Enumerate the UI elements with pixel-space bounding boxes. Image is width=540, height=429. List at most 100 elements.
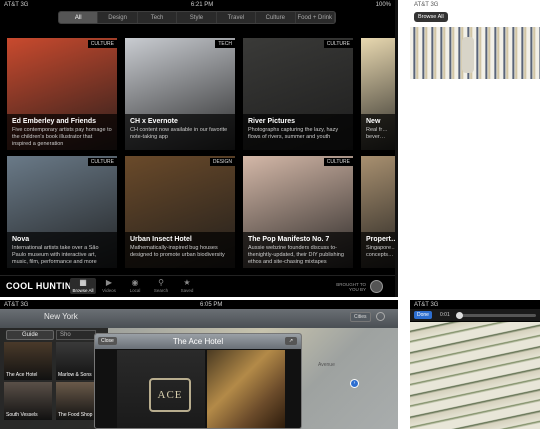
story-caption: Nova International artists take over a Sã… [7,232,117,268]
locate-icon[interactable] [376,312,385,321]
share-icon[interactable]: ↗ [285,337,297,345]
map-pin-icon[interactable]: › [350,379,359,388]
story-description: Real fr… bever… [366,127,388,140]
bottom-toolbar: COOL HUNTING ▦ Browse All ▶ Videos ◉ Local ⚲ Se… [0,275,395,297]
popup-title: The Ace Hotel [172,337,224,346]
tab-culture[interactable]: Culture [256,12,296,23]
clock-label: 6:21 PM [190,1,214,8]
toolbar-label: Videos [102,288,116,293]
local-icon: ◉ [131,278,139,287]
tab-food-drink[interactable]: Food + Drink [296,12,335,23]
story-description: CH content now available in our favorite… [130,127,228,140]
toolbar-browse-all[interactable]: ▦ Browse All [70,278,96,294]
category-badge: CULTURE [323,158,353,166]
story-description: Aussie webzine founders discuss to-theni… [248,245,344,265]
story-caption: River Pictures Photographs capturing the … [243,114,353,150]
status-bar: AT&T 3G [410,0,540,9]
story-title: Propert… [366,236,398,243]
story-description: Photographs capturing the lazy, hazy flo… [248,127,339,140]
tab-travel[interactable]: Travel [217,12,257,23]
status-bar: AT&T 3G [410,300,540,309]
sponsor-label: BROUGHT TO YOU BY [336,282,366,292]
tab-design[interactable]: Design [98,12,138,23]
video-frame[interactable] [410,322,540,429]
shop-tab[interactable]: Sho [56,330,96,340]
story-tile[interactable]: CULTURE Ed Emberley and Friends Five conte… [7,38,117,150]
cool-hunting-logo: COOL HUNTING [6,281,79,291]
done-button[interactable]: Done [414,311,432,319]
search-icon: ⚲ [158,278,164,287]
guide-item-label: The Ace Hotel [6,372,38,378]
battery-label: 100% [375,1,391,8]
category-badge: TECH [215,40,235,48]
tab-style[interactable]: Style [177,12,217,23]
category-badge: CULTURE [87,158,117,166]
story-title: Ed Emberley and Friends [12,118,97,125]
network-label: 3G [20,1,29,8]
sponsor-badge[interactable] [370,280,383,293]
story-caption: New Real fr… bever… [361,114,395,150]
story-title: River Pictures [248,118,296,125]
elapsed-time: 0:01 [440,312,450,318]
venue-popup: Close The Ace Hotel ↗ ACE [94,333,302,429]
guide-item[interactable]: The Ace Hotel [4,342,52,380]
venue-photo[interactable]: ACE [117,350,205,428]
guide-item-label: Marlow & Sons [58,372,92,378]
browse-screen-secondary: AT&T 3G Browse All [410,0,540,297]
story-tile[interactable]: CULTURE River Pictures Photographs capturi… [243,38,353,150]
toolbar-label: Local [129,288,141,293]
toolbar-search[interactable]: ⚲ Search [148,278,174,294]
story-thumbnail[interactable] [410,27,540,79]
story-tile[interactable]: CULTURE Nova International artists take ov… [7,156,117,268]
carrier-label: AT&T [414,301,429,308]
story-tile[interactable]: New Real fr… bever… [361,38,395,150]
tab-all[interactable]: All [59,12,99,23]
guide-item[interactable]: South Vessels [4,382,52,420]
guide-tab[interactable]: Guide [6,330,54,340]
browse-all-button[interactable]: Browse All [414,12,448,22]
story-title: New [366,118,381,125]
tab-tech[interactable]: Tech [138,12,178,23]
star-icon: ★ [183,278,191,287]
category-badge: DESIGN [209,158,235,166]
network-label: 3G [430,1,439,8]
story-description: Mathematically-inspired bug houses desig… [130,245,225,258]
map-street-label: Avenue [318,362,335,368]
video-player-screen: AT&T 3G Done 0:01 [410,300,540,429]
ace-sign: ACE [149,378,191,412]
cities-button[interactable]: Cities [350,312,371,322]
carrier-label: AT&T [414,1,429,8]
story-title: Nova [12,236,30,243]
story-title: Urban Insect Hotel [130,236,192,243]
status-bar: AT&T 3G 6:21 PM 100% [0,0,395,9]
video-icon: ▶ [105,278,113,287]
toolbar-videos[interactable]: ▶ Videos [96,278,122,294]
city-title: New York [44,312,78,321]
clock-label: 6:05 PM [200,301,223,308]
story-tile[interactable]: DESIGN Urban Insect Hotel Mathematically-i… [125,156,235,268]
carrier-label: AT&T [4,301,19,308]
person-figure [462,37,474,73]
carrier-label: AT&T [4,1,19,8]
guide-item-label: The Food Shop [58,412,93,418]
category-badge: CULTURE [323,40,353,48]
scrubber-handle[interactable] [456,312,463,319]
story-title: The Pop Manifesto No. 7 [248,236,330,243]
story-tile[interactable]: CULTURE The Pop Manifesto No. 7 Aussie web… [243,156,353,268]
category-tabs: All Design Tech Style Travel Culture Food + Dr… [58,11,336,24]
scrubber-track[interactable] [456,314,536,317]
story-tile[interactable]: TECH CH x Evernote CH content now availabl… [125,38,235,150]
category-badge: CULTURE [87,40,117,48]
status-bar: AT&T 3G 6:05 PM [0,300,398,309]
toolbar-saved[interactable]: ★ Saved [174,278,200,294]
story-tile[interactable]: Propert… Singapore… concepts… [361,156,398,268]
network-label: 3G [20,301,29,308]
story-caption: The Pop Manifesto No. 7 Aussie webzine fo… [243,232,353,268]
grid-icon: ▦ [79,278,87,287]
browse-screen: AT&T 3G 6:21 PM 100% All Design Tech Style T… [0,0,398,297]
toolbar-local[interactable]: ◉ Local [122,278,148,294]
venue-interior-photo[interactable] [207,350,285,428]
story-description: Singapore… concepts… [366,245,397,258]
story-caption: Ed Emberley and Friends Five contemporary… [7,114,117,150]
toolbar-label: Saved [180,288,194,293]
